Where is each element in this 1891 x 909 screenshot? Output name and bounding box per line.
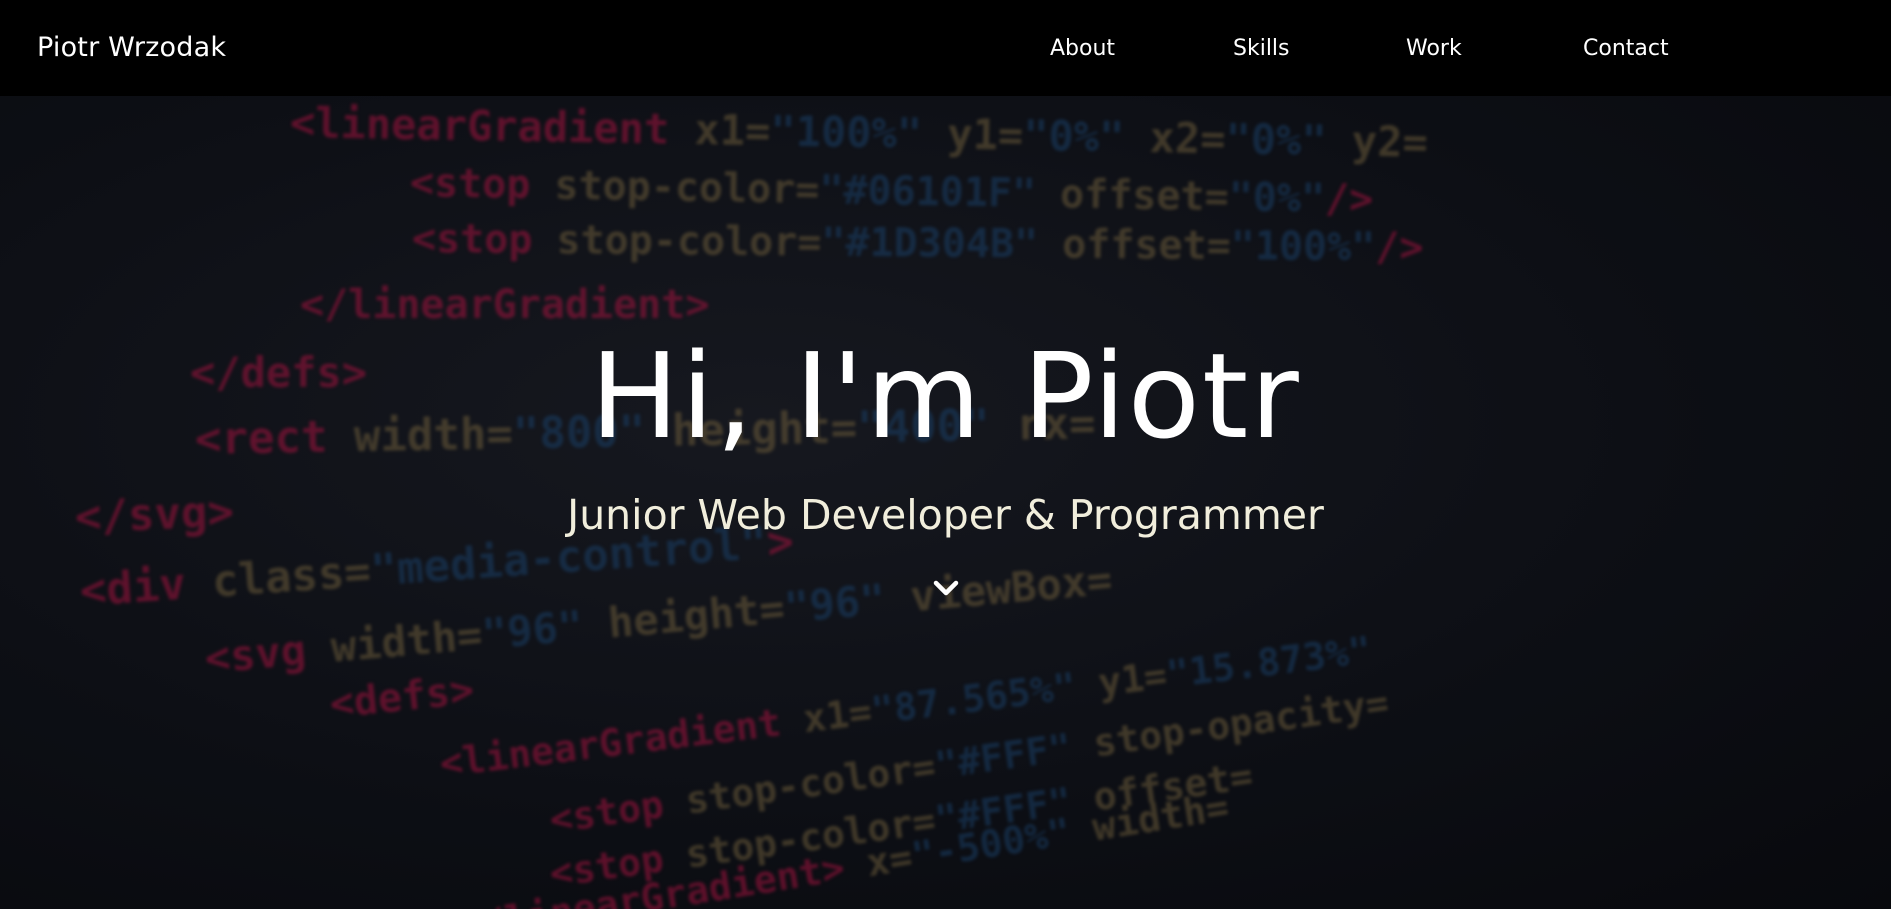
nav-link-skills[interactable]: Skills bbox=[1233, 34, 1290, 64]
nav-link-about[interactable]: About bbox=[1050, 34, 1115, 64]
code-line: <defs> bbox=[327, 667, 477, 728]
top-navbar: Piotr Wrzodak About Skills Work Contact bbox=[0, 0, 1891, 96]
nav-link-work[interactable]: Work bbox=[1406, 34, 1462, 64]
code-line: </linearGradient> bbox=[300, 282, 710, 328]
code-line: <linearGradient x1="100%" y1="0%" x2="0%… bbox=[289, 98, 1429, 167]
nav-link-contact[interactable]: Contact bbox=[1583, 34, 1669, 64]
hero-section: <linearGradient x1="100%" y1="0%" x2="0%… bbox=[0, 96, 1891, 909]
code-line: <stop stop-color="#1D304B" offset="100%"… bbox=[411, 216, 1424, 271]
scroll-down-button[interactable] bbox=[929, 572, 963, 606]
code-line: <stop stop-color="#06101F" offset="0%"/> bbox=[409, 160, 1374, 223]
hero-title: Hi, I'm Piotr bbox=[590, 327, 1301, 465]
chevron-down-icon bbox=[933, 580, 959, 596]
hero-subtitle: Junior Web Developer & Programmer bbox=[567, 491, 1324, 539]
page: Piotr Wrzodak About Skills Work Contact … bbox=[0, 0, 1891, 909]
brand-logo-link[interactable]: Piotr Wrzodak bbox=[37, 30, 226, 66]
